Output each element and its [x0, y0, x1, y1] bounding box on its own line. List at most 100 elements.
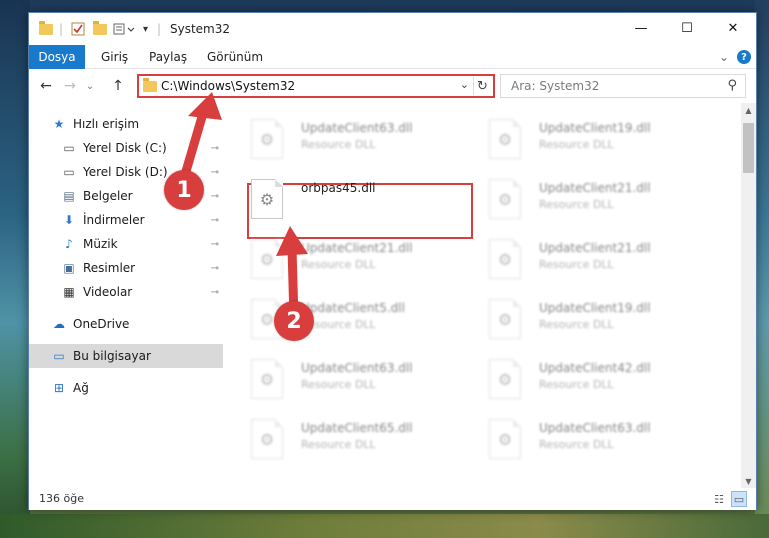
dll-file-icon: ⚙ — [251, 419, 283, 459]
maximize-button[interactable]: ☐ — [664, 13, 710, 43]
drive-icon: ▭ — [63, 165, 75, 179]
file-type: Resource DLL — [301, 438, 376, 451]
file-item[interactable]: ⚙ UpdateClient63.dll Resource DLL — [229, 111, 459, 165]
recent-locations-icon[interactable]: ⌄ — [81, 77, 99, 95]
address-bar[interactable]: C:\Windows\System32 ⌄ ↻ — [137, 74, 495, 98]
sidebar-item[interactable]: ▭ Bu bilgisayar — [29, 344, 223, 368]
scroll-thumb[interactable] — [743, 123, 754, 173]
navigation-pane: ★ Hızlı erişim ▭ Yerel Disk (C:) ⊸ ▭ Yerel Dis… — [29, 103, 225, 488]
refresh-icon[interactable]: ↻ — [473, 77, 491, 95]
details-view-icon[interactable]: ☷ — [711, 491, 727, 507]
file-item[interactable]: ⚙ UpdateClient19.dll Resource DLL — [467, 111, 697, 165]
file-name: UpdateClient63.dll — [301, 121, 413, 135]
file-name: UpdateClient63.dll — [539, 421, 651, 435]
pin-icon[interactable]: ⊸ — [211, 215, 219, 226]
file-type: Resource DLL — [539, 438, 614, 451]
dll-file-icon: ⚙ — [251, 179, 283, 219]
dll-file-icon: ⚙ — [251, 359, 283, 399]
scroll-up-icon[interactable]: ▲ — [741, 103, 756, 117]
sidebar-item[interactable]: ★ Hızlı erişim — [29, 112, 223, 136]
help-icon[interactable]: ? — [737, 45, 751, 69]
sidebar-item-label: Ağ — [73, 381, 89, 395]
sidebar-item[interactable]: ⬇ İndirmeler ⊸ — [29, 208, 223, 232]
file-name: UpdateClient19.dll — [539, 301, 651, 315]
file-name: UpdateClient21.dll — [301, 241, 413, 255]
scroll-down-icon[interactable]: ▼ — [741, 474, 756, 488]
file-item[interactable]: ⚙ UpdateClient19.dll Resource DLL — [467, 291, 697, 345]
search-input[interactable]: Ara: System32 ⚲ — [500, 74, 746, 98]
file-type: Resource DLL — [539, 198, 614, 211]
minimize-button[interactable]: — — [618, 13, 664, 43]
file-name: UpdateClient63.dll — [301, 361, 413, 375]
pin-icon[interactable]: ⊸ — [211, 239, 219, 250]
tab-dosya[interactable]: Dosya — [29, 45, 85, 69]
address-path[interactable]: C:\Windows\System32 — [161, 79, 295, 93]
file-name: UpdateClient5.dll — [301, 301, 405, 315]
window-folder-icon — [39, 20, 53, 38]
file-type: Resource DLL — [539, 258, 614, 271]
sidebar-item-label: İndirmeler — [83, 213, 145, 227]
sidebar-item[interactable]: ⊞ Ağ — [29, 376, 223, 400]
file-name: UpdateClient42.dll — [539, 361, 651, 375]
sidebar-item[interactable]: ☁ OneDrive — [29, 312, 223, 336]
dll-file-icon: ⚙ — [489, 119, 521, 159]
file-item[interactable]: ⚙ UpdateClient21.dll Resource DLL — [467, 171, 697, 225]
large-icons-view-icon[interactable]: ▭ — [731, 491, 747, 507]
address-folder-icon — [143, 78, 157, 92]
file-item[interactable]: ⚙ UpdateClient63.dll Resource DLL — [229, 351, 459, 405]
search-placeholder: Ara: System32 — [511, 79, 600, 93]
sidebar-item-label: Yerel Disk (C:) — [83, 141, 167, 155]
properties-icon[interactable] — [71, 20, 85, 38]
sidebar-item-label: Belgeler — [83, 189, 133, 203]
file-name: orbpas45.dll — [301, 181, 376, 195]
pin-icon[interactable]: ⊸ — [211, 191, 219, 202]
file-item[interactable]: ⚙ UpdateClient42.dll Resource DLL — [467, 351, 697, 405]
desktop-wallpaper-bottom — [0, 514, 769, 538]
file-type: Resource DLL — [539, 138, 614, 151]
forward-arrow-icon[interactable]: → — [61, 77, 79, 95]
quick-access-customize-icon[interactable] — [113, 20, 137, 38]
sidebar-item[interactable]: ▦ Videolar ⊸ — [29, 280, 223, 304]
file-type: Resource DLL — [539, 378, 614, 391]
file-type: Resource DLL — [301, 138, 376, 151]
up-arrow-icon[interactable]: ↑ — [109, 77, 127, 95]
desktop-wallpaper-left — [0, 0, 30, 538]
file-type: Resource DLL — [301, 378, 376, 391]
file-item[interactable]: ⚙ orbpas45.dll — [229, 171, 459, 225]
quick-access-dropdown-icon[interactable]: ▾ — [143, 20, 148, 38]
sidebar-item[interactable]: ♪ Müzik ⊸ — [29, 232, 223, 256]
file-item[interactable]: ⚙ UpdateClient21.dll Resource DLL — [229, 231, 459, 285]
tab-giris[interactable]: Giriş — [101, 45, 128, 69]
sidebar-item[interactable]: ▭ Yerel Disk (C:) ⊸ — [29, 136, 223, 160]
file-item[interactable]: ⚙ UpdateClient21.dll Resource DLL — [467, 231, 697, 285]
tab-gorunum[interactable]: Görünüm — [207, 45, 263, 69]
computer-icon: ▭ — [53, 349, 65, 363]
pin-icon[interactable]: ⊸ — [211, 263, 219, 274]
close-button[interactable]: ✕ — [710, 13, 756, 43]
dll-file-icon: ⚙ — [489, 179, 521, 219]
back-arrow-icon[interactable]: ← — [37, 77, 55, 95]
sidebar-item-label: Bu bilgisayar — [73, 349, 151, 363]
file-item[interactable]: ⚙ UpdateClient63.dll Resource DLL — [467, 411, 697, 465]
videos-icon: ▦ — [63, 285, 75, 299]
ribbon-tabs: Dosya Giriş Paylaş Görünüm ⌄ ? — [29, 45, 756, 69]
address-dropdown-icon[interactable]: ⌄ — [460, 78, 469, 91]
sidebar-item-label: Videolar — [83, 285, 133, 299]
pin-icon[interactable]: ⊸ — [211, 143, 219, 154]
vertical-scrollbar[interactable]: ▲ ▼ — [741, 103, 756, 488]
file-item[interactable]: ⚙ UpdateClient65.dll Resource DLL — [229, 411, 459, 465]
tab-paylas[interactable]: Paylaş — [149, 45, 187, 69]
sidebar-item[interactable]: ▣ Resimler ⊸ — [29, 256, 223, 280]
file-item[interactable]: ⚙ UpdateClient5.dll Resource DLL — [229, 291, 459, 345]
search-icon[interactable]: ⚲ — [727, 78, 737, 93]
new-folder-icon[interactable] — [93, 20, 107, 38]
sidebar-item-label: Hızlı erişim — [73, 117, 140, 131]
file-list: ⚙ UpdateClient63.dll Resource DLL ⚙ orbpas45… — [225, 103, 741, 488]
file-type: Resource DLL — [539, 318, 614, 331]
file-name: UpdateClient65.dll — [301, 421, 413, 435]
pin-icon[interactable]: ⊸ — [211, 167, 219, 178]
dll-file-icon: ⚙ — [489, 239, 521, 279]
file-name: UpdateClient21.dll — [539, 181, 651, 195]
pin-icon[interactable]: ⊸ — [211, 287, 219, 298]
ribbon-collapse-icon[interactable]: ⌄ — [719, 45, 729, 69]
